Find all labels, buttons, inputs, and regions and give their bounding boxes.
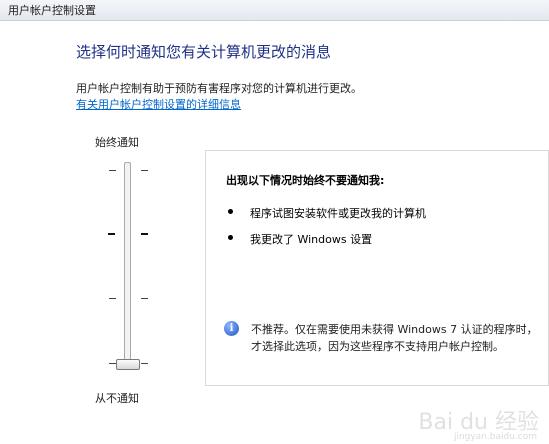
slider-bottom-label: 从不通知 bbox=[95, 392, 139, 405]
bullet-text: 我更改了 Windows 设置 bbox=[250, 233, 373, 246]
slider-tick bbox=[141, 170, 148, 171]
slider-tick bbox=[109, 170, 116, 171]
bullet-dot bbox=[228, 209, 233, 214]
page-heading: 选择何时通知您有关计算机更改的消息 bbox=[76, 43, 332, 61]
window-title: 用户帐户控制设置 bbox=[8, 4, 96, 17]
slider-top-label: 始终通知 bbox=[95, 136, 139, 149]
slider-tick bbox=[109, 363, 116, 364]
uac-details-link[interactable]: 有关用户帐户控制设置的详细信息 bbox=[76, 96, 241, 112]
watermark-subtext: jingyan.baidu.com bbox=[453, 432, 537, 442]
slider-tick bbox=[141, 233, 148, 235]
notification-slider-thumb[interactable] bbox=[116, 359, 140, 370]
slider-tick bbox=[108, 233, 115, 235]
notification-slider-track[interactable] bbox=[124, 162, 131, 370]
bullet-dot bbox=[228, 235, 233, 240]
slider-tick bbox=[141, 363, 148, 364]
page-description: 用户帐户控制有助于预防有害程序对您的计算机进行更改。 bbox=[76, 82, 362, 95]
panel-heading: 出现以下情况时始终不要通知我: bbox=[226, 174, 385, 187]
level-description-panel: 出现以下情况时始终不要通知我: 程序试图安装软件或更改我的计算机 我更改了 Wi… bbox=[205, 150, 549, 386]
bullet-text: 程序试图安装软件或更改我的计算机 bbox=[250, 207, 426, 220]
title-bar: 用户帐户控制设置 bbox=[0, 0, 549, 21]
slider-tick bbox=[141, 298, 148, 299]
slider-tick bbox=[109, 298, 116, 299]
info-icon: i bbox=[224, 321, 239, 336]
warning-text: 不推荐。仅在需要使用未获得 Windows 7 认证的程序时，才选择此选项，因为… bbox=[251, 323, 538, 353]
